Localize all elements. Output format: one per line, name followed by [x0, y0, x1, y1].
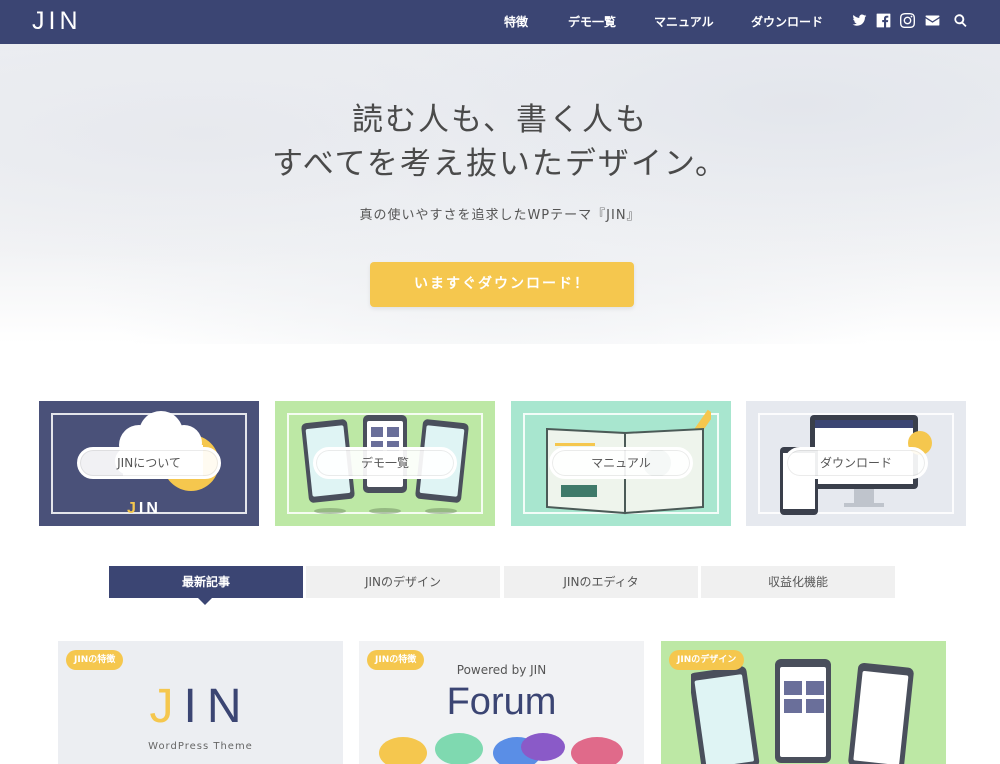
post-powered-by: Powered by JIN: [456, 663, 547, 677]
site-logo[interactable]: JIN: [32, 7, 82, 36]
tab-jin-editor[interactable]: JINのエディタ: [504, 566, 698, 598]
card-jin-logo: JIN: [127, 500, 161, 517]
card-label: ダウンロード: [784, 447, 928, 479]
tab-latest-articles[interactable]: 最新記事: [109, 566, 303, 598]
card-demo-list[interactable]: デモ一覧: [275, 401, 495, 526]
post-card-design[interactable]: JINのデザイン: [661, 641, 946, 764]
post-card-jin[interactable]: JINの特徴 JIN WordPress Theme: [58, 641, 343, 764]
post-jin-logo: JIN: [149, 680, 252, 733]
tab-jin-design[interactable]: JINのデザイン: [306, 566, 500, 598]
mail-icon[interactable]: [924, 12, 940, 28]
post-forum-title: Forum: [446, 681, 557, 723]
post-category-badge: JINの特徴: [66, 650, 124, 670]
site-header: JIN 特徴 デモ一覧 マニュアル ダウンロード: [0, 0, 1000, 44]
download-now-button[interactable]: いますぐダウンロード！: [370, 262, 634, 307]
post-category-badge: JINのデザイン: [669, 650, 745, 670]
hero-subtitle: 真の使いやすさを追求したWPテーマ『JIN』: [359, 208, 641, 223]
nav-demo-list[interactable]: デモ一覧: [568, 13, 616, 30]
card-label: JINについて: [77, 447, 221, 479]
card-download[interactable]: ダウンロード: [746, 401, 966, 526]
search-icon[interactable]: [952, 12, 968, 28]
post-caption: WordPress Theme: [148, 741, 253, 752]
instagram-icon[interactable]: [899, 12, 915, 28]
active-tab-indicator: [198, 598, 212, 605]
card-label: マニュアル: [549, 447, 693, 479]
hero-title-line1: 読む人も、書く人も: [351, 102, 649, 138]
card-label: デモ一覧: [313, 447, 457, 479]
nav-manual[interactable]: マニュアル: [654, 13, 714, 30]
nav-features[interactable]: 特徴: [504, 13, 528, 30]
post-card-forum[interactable]: JINの特徴 Powered by JIN Forum: [359, 641, 644, 764]
card-about-jin[interactable]: JINについて JIN: [39, 401, 259, 526]
facebook-icon[interactable]: [875, 12, 891, 28]
phones-illustration: [691, 659, 914, 764]
twitter-icon[interactable]: [851, 12, 867, 28]
hero-title-line2: すべてを考え抜いたデザイン。: [271, 146, 729, 182]
card-manual[interactable]: マニュアル: [511, 401, 731, 526]
colored-bubbles: [379, 733, 623, 764]
tab-monetization[interactable]: 収益化機能: [701, 566, 895, 598]
hero-title: 読む人も、書く人も すべてを考え抜いたデザイン。: [0, 98, 1000, 186]
nav-download[interactable]: ダウンロード: [751, 13, 823, 30]
